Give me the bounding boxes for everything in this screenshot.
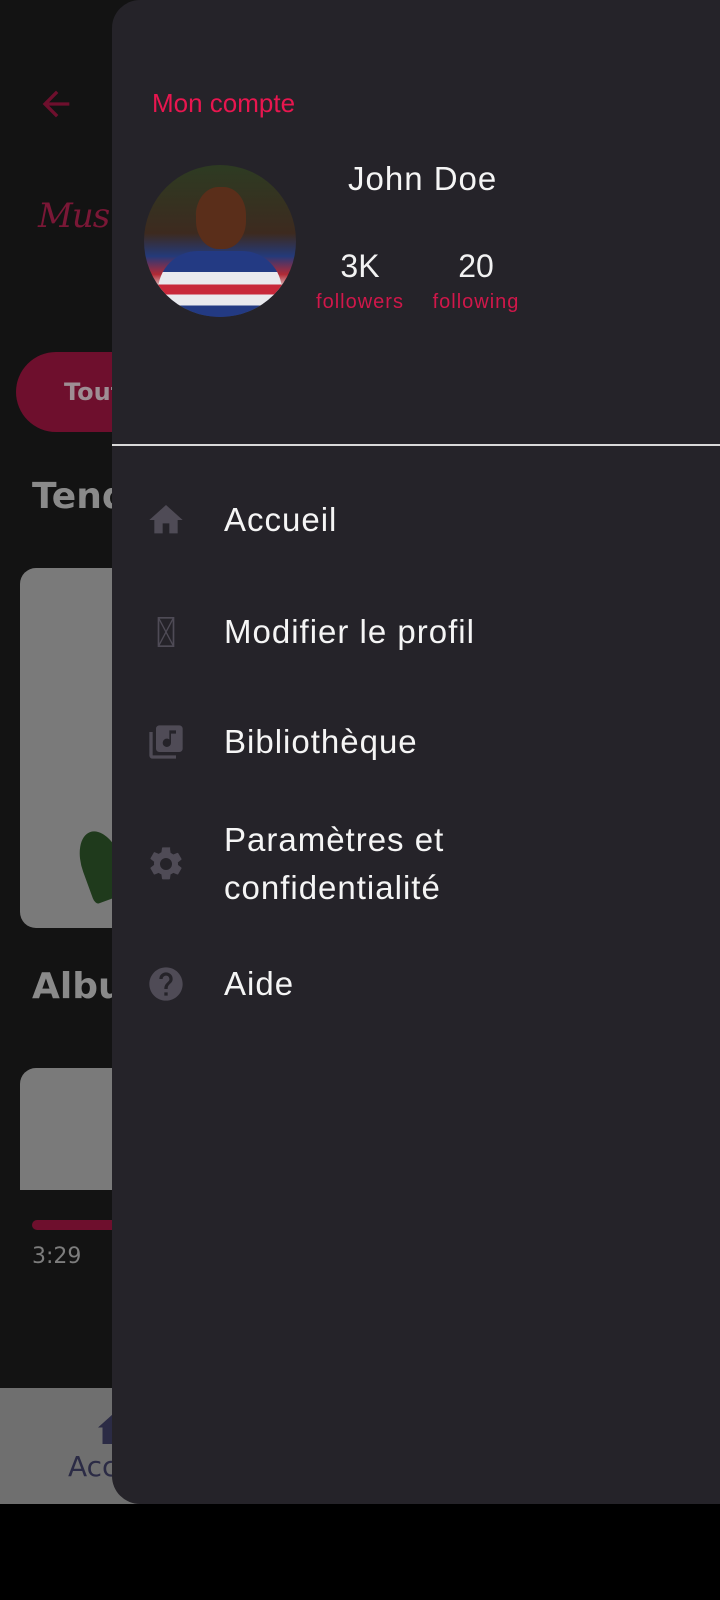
library-music-icon	[149, 725, 183, 759]
gear-icon	[150, 847, 182, 880]
bottom-nav-label[interactable]: Acc	[68, 1450, 117, 1483]
home-icon	[149, 505, 183, 534]
following-count: 20	[458, 248, 494, 284]
avatar-shirt	[158, 251, 282, 317]
followers-count: 3K	[340, 248, 380, 284]
account-title: Mon compte	[152, 88, 296, 118]
broken-image-icon	[157, 617, 175, 647]
followers-label: followers	[316, 291, 404, 313]
followers-stat[interactable]: 3K followers	[300, 248, 420, 314]
section-title-albums: Albu	[32, 966, 124, 1007]
menu-item-parametres[interactable]: Paramètres et confidentialité	[112, 810, 720, 910]
avatar[interactable]	[144, 165, 296, 317]
menu-item-bibliotheque[interactable]: Bibliothèque	[112, 702, 720, 782]
menu-item-accueil[interactable]: Accueil	[112, 480, 720, 560]
track-time: 3:29	[32, 1244, 82, 1269]
back-arrow-icon[interactable]	[36, 84, 76, 124]
menu-item-label: Accueil	[224, 501, 338, 538]
menu-item-label: Paramètres et confidentialité	[224, 821, 445, 906]
following-label: following	[432, 291, 520, 313]
avatar-face	[196, 187, 246, 249]
menu-item-modifier-profil[interactable]: Modifier le profil	[112, 592, 720, 672]
menu-item-label: Aide	[224, 965, 295, 1002]
menu-item-label: Modifier le profil	[224, 613, 475, 650]
app-logo: Mus	[38, 196, 110, 236]
user-name: John Doe	[348, 160, 498, 197]
menu-item-label: Bibliothèque	[224, 723, 418, 760]
help-icon	[149, 967, 183, 1001]
navigation-drawer: Mon compte John Doe 3K followers 20 foll…	[112, 0, 720, 1504]
following-stat[interactable]: 20 following	[416, 248, 536, 314]
drawer-header: Mon compte John Doe 3K followers 20 foll…	[112, 0, 720, 446]
menu-item-aide[interactable]: Aide	[112, 944, 720, 1024]
